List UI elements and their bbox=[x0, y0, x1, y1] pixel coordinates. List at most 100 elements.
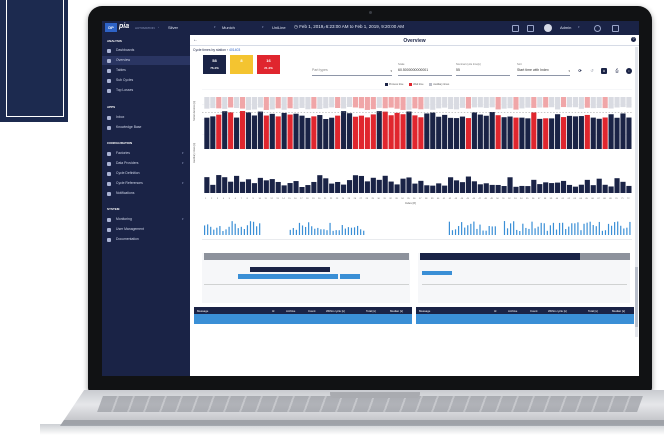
bar-light bbox=[382, 97, 388, 109]
scrollbar[interactable] bbox=[635, 47, 638, 337]
column-header[interactable]: Count bbox=[530, 309, 537, 313]
chevron-down-icon[interactable]: ▾ bbox=[182, 149, 184, 158]
chevron-down-icon[interactable]: ▾ bbox=[214, 25, 216, 29]
sidebar-item-cycle-definition[interactable]: Cycle Definition bbox=[102, 169, 190, 178]
timeline-bar bbox=[332, 230, 334, 235]
x-tick-label: 47 bbox=[478, 198, 481, 200]
bar-process bbox=[299, 115, 305, 149]
column-header[interactable]: Total [s] bbox=[588, 309, 598, 313]
column-header[interactable]: Median [s] bbox=[612, 309, 625, 313]
app-logo[interactable]: DP bbox=[105, 23, 117, 32]
sidebar-item-factories[interactable]: Factories ▾ bbox=[102, 149, 190, 158]
column-header[interactable]: Within cycle [s] bbox=[326, 309, 345, 313]
sidebar-item-dashboards[interactable]: Dashboards bbox=[102, 46, 190, 55]
bar-light bbox=[465, 97, 471, 109]
table-row[interactable] bbox=[194, 314, 412, 323]
bar-aux bbox=[489, 184, 495, 193]
bar-process bbox=[560, 117, 567, 149]
bar-light bbox=[222, 97, 228, 109]
sidebar-item-notifications[interactable]: Notifications bbox=[102, 189, 190, 198]
bar-process bbox=[495, 115, 501, 149]
filter-dropdown-1[interactable]: Silver bbox=[168, 25, 178, 30]
column-header[interactable]: Count bbox=[308, 309, 315, 313]
chevron-down-icon[interactable]: ▾ bbox=[182, 215, 184, 224]
sidebar-item-documentation[interactable]: Documentation bbox=[102, 235, 190, 244]
sidebar-item-sub-cycles[interactable]: Sub Cycles bbox=[102, 76, 190, 85]
column-header[interactable]: Archive bbox=[508, 309, 517, 313]
filter-dropdown-3[interactable]: UniLine bbox=[272, 25, 286, 30]
scrollbar-thumb[interactable] bbox=[635, 267, 638, 327]
bar-aux bbox=[239, 181, 246, 193]
column-header[interactable]: Id bbox=[494, 309, 496, 313]
bar-process bbox=[596, 118, 602, 149]
user-menu[interactable]: Admin bbox=[560, 25, 571, 30]
bar-light bbox=[311, 97, 317, 109]
bar-light bbox=[352, 97, 359, 108]
sidebar-item-cycle-references[interactable]: Cycle References ▾ bbox=[102, 179, 190, 188]
collapse-icon[interactable]: ‹ bbox=[158, 25, 159, 29]
filter-dropdown-2[interactable]: Munich bbox=[222, 25, 235, 30]
bar-light bbox=[400, 97, 406, 110]
bar-process bbox=[257, 111, 263, 149]
bar-aux bbox=[299, 186, 305, 193]
timeline-bar bbox=[506, 228, 509, 235]
x-tick-label: 13 bbox=[276, 198, 279, 200]
laptop-base bbox=[60, 390, 664, 426]
bar-light bbox=[245, 97, 252, 110]
column-header[interactable]: Id bbox=[272, 309, 274, 313]
timeline-bar bbox=[246, 225, 249, 235]
provider-icon bbox=[107, 161, 111, 166]
bar-light bbox=[275, 97, 281, 109]
sidebar-item-overview[interactable]: Overview bbox=[102, 56, 190, 65]
sidebar-item-inbox[interactable]: Inbox bbox=[102, 113, 190, 122]
x-tick-label: 19 bbox=[312, 198, 315, 200]
sidebar-item-label: Factories bbox=[116, 151, 130, 155]
column-header[interactable]: Message bbox=[419, 309, 430, 313]
avatar[interactable] bbox=[544, 24, 552, 32]
timeline-bar bbox=[629, 221, 631, 235]
column-header[interactable]: Median [s] bbox=[390, 309, 403, 313]
sidebar-item-monitoring[interactable]: Monitoring ▾ bbox=[102, 215, 190, 224]
chevron-down-icon[interactable]: ▾ bbox=[182, 179, 184, 188]
x-tick-label: 1 bbox=[205, 198, 207, 200]
timeline-bar bbox=[479, 224, 481, 235]
timeline-bar bbox=[464, 227, 466, 235]
timeline-bar bbox=[595, 226, 597, 235]
table-row[interactable] bbox=[416, 314, 634, 323]
column-header[interactable]: Message bbox=[197, 309, 208, 313]
x-tick-label: 3 bbox=[217, 198, 219, 200]
x-tick-label: 43 bbox=[455, 198, 458, 200]
timeline-bar bbox=[510, 223, 512, 235]
sidebar-item-label: Notifications bbox=[116, 191, 135, 195]
column-header[interactable]: Within cycle [s] bbox=[548, 309, 567, 313]
timeline-bar bbox=[335, 230, 337, 235]
bar-aux bbox=[626, 185, 632, 193]
bar-aux bbox=[525, 186, 531, 193]
chevron-down-icon[interactable]: ▾ bbox=[578, 25, 580, 29]
screen-icon[interactable] bbox=[512, 25, 519, 32]
x-tick-label: 59 bbox=[550, 198, 553, 200]
sidebar-item-tables[interactable]: Tables bbox=[102, 66, 190, 75]
bar-process bbox=[204, 117, 210, 149]
bar-aux bbox=[430, 185, 436, 193]
bar-light bbox=[519, 97, 525, 109]
column-header[interactable]: Archive bbox=[286, 309, 295, 313]
message-icon[interactable] bbox=[527, 25, 534, 32]
date-range[interactable]: ◷ Feb 1, 2019, 6:23:00 AM to Feb 1, 2019… bbox=[294, 24, 404, 30]
sidebar-item-data-providers[interactable]: Data Providers ▾ bbox=[102, 159, 190, 168]
sidebar-item-knowledge-base[interactable]: Knowledge Base bbox=[102, 123, 190, 132]
timeline-bar bbox=[574, 223, 576, 235]
chevron-down-icon[interactable]: ▾ bbox=[182, 159, 184, 168]
bar-process bbox=[382, 111, 388, 149]
sidebar-item-top-losses[interactable]: Top Losses bbox=[102, 86, 190, 95]
sidebar-item-user-management[interactable]: User Management bbox=[102, 225, 190, 234]
chevron-down-icon[interactable]: ▾ bbox=[262, 25, 264, 29]
bar-light bbox=[388, 97, 394, 108]
gear-icon[interactable] bbox=[594, 25, 601, 32]
bar-aux bbox=[602, 184, 608, 193]
fullscreen-icon[interactable] bbox=[612, 25, 619, 32]
bar-light bbox=[560, 97, 567, 108]
bar-aux bbox=[584, 179, 590, 193]
laptop-shadow bbox=[40, 424, 664, 435]
column-header[interactable]: Total [s] bbox=[366, 309, 376, 313]
